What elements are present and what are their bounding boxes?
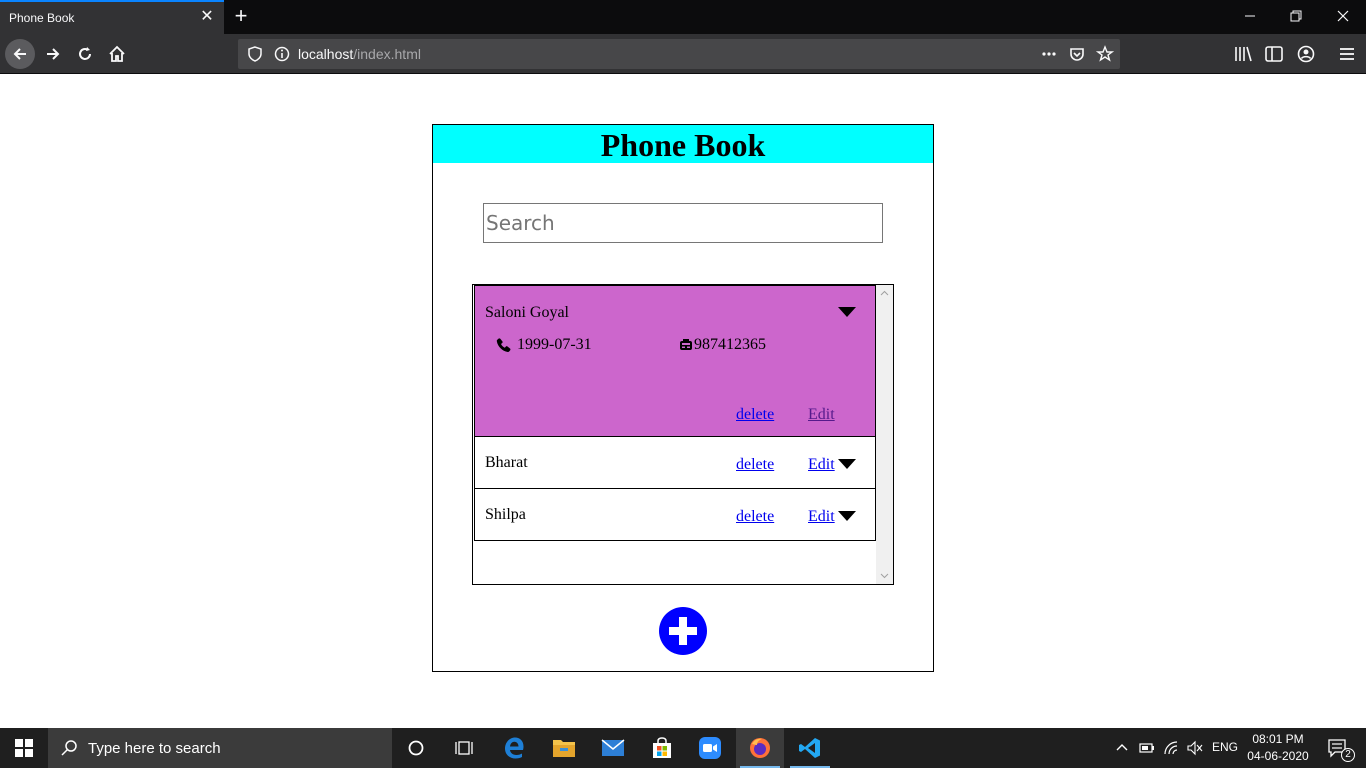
mail-icon <box>601 739 625 756</box>
browser-tab[interactable]: Phone Book ✕ <box>0 0 224 34</box>
wifi-icon[interactable] <box>1163 740 1181 756</box>
app-header: Phone Book <box>433 125 933 163</box>
search-input[interactable] <box>483 203 883 243</box>
bookmark-star-icon[interactable] <box>1096 45 1114 63</box>
sidebar-icon[interactable] <box>1263 43 1285 65</box>
plus-icon <box>669 617 697 645</box>
phone-book-app: Phone Book Saloni Goyal 1999-07-31 98741… <box>432 124 934 672</box>
info-icon[interactable] <box>273 45 291 63</box>
url-bar[interactable]: localhost/index.html <box>238 39 1120 69</box>
volume-muted-icon[interactable] <box>1186 740 1204 756</box>
taskbar-store[interactable] <box>638 728 686 768</box>
zoom-icon <box>699 737 721 759</box>
contact-item[interactable]: Saloni Goyal 1999-07-31 987412365 delete… <box>474 285 876 437</box>
contact-item[interactable]: Bharat delete Edit <box>474 436 876 489</box>
reload-icon <box>79 47 91 60</box>
taskbar-mail[interactable] <box>589 728 637 768</box>
browser-tab-bar: Phone Book ✕ + <box>0 0 1366 34</box>
notification-count-badge: 2 <box>1341 748 1355 762</box>
delete-link[interactable]: delete <box>736 456 774 474</box>
store-icon <box>653 737 671 758</box>
taskbar-search-placeholder: Type here to search <box>88 740 221 757</box>
edit-link[interactable]: Edit <box>808 508 835 526</box>
edit-link[interactable]: Edit <box>808 406 835 424</box>
start-button[interactable] <box>0 728 48 768</box>
back-arrow-icon <box>13 48 26 60</box>
phone-icon <box>496 338 511 353</box>
delete-link[interactable]: delete <box>736 508 774 526</box>
restore-icon[interactable] <box>1286 6 1306 26</box>
scroll-down-icon[interactable] <box>880 571 889 580</box>
minimize-icon[interactable] <box>1240 6 1260 26</box>
close-tab-icon[interactable]: ✕ <box>199 9 215 25</box>
forward-button[interactable] <box>38 39 68 69</box>
url-host: localhost <box>298 46 354 62</box>
language-indicator[interactable]: ENG <box>1212 740 1238 756</box>
clock-date[interactable]: 04-06-2020 <box>1244 749 1312 763</box>
home-icon <box>109 45 125 62</box>
caret-down-icon[interactable] <box>838 459 856 469</box>
menu-icon[interactable] <box>1336 43 1358 65</box>
contact-date: 1999-07-31 <box>517 336 592 353</box>
taskbar-edge[interactable] <box>490 728 538 768</box>
contact-list[interactable]: Saloni Goyal 1999-07-31 987412365 delete… <box>472 284 894 585</box>
contact-phone-row: 987412365 <box>678 336 766 354</box>
pocket-icon[interactable] <box>1068 45 1086 63</box>
taskbar-firefox[interactable] <box>736 728 784 768</box>
fax-icon <box>680 339 692 350</box>
edit-link[interactable]: Edit <box>808 456 835 474</box>
contact-name: Saloni Goyal <box>485 304 569 321</box>
firefox-icon <box>750 738 770 758</box>
cortana-icon <box>408 740 424 756</box>
contact-item[interactable]: Shilpa delete Edit <box>474 488 876 541</box>
chevron-up-icon[interactable] <box>1114 740 1130 756</box>
taskbar-file-explorer[interactable] <box>540 728 588 768</box>
delete-link[interactable]: delete <box>736 406 774 424</box>
tab-title: Phone Book <box>9 11 75 25</box>
taskbar-search-box[interactable]: Type here to search <box>48 728 392 768</box>
edge-icon <box>505 737 524 759</box>
forward-arrow-icon <box>47 48 60 60</box>
taskbar-zoom[interactable] <box>686 728 734 768</box>
contact-name: Bharat <box>485 454 528 471</box>
clock-time[interactable]: 08:01 PM <box>1244 732 1312 746</box>
url-path: /index.html <box>353 46 421 62</box>
scrollbar[interactable] <box>876 285 893 584</box>
caret-down-icon[interactable] <box>838 307 856 317</box>
contact-date-row: 1999-07-31 <box>495 336 592 354</box>
action-center-button[interactable]: 2 <box>1318 728 1358 768</box>
caret-down-icon[interactable] <box>838 511 856 521</box>
vscode-icon <box>799 738 820 758</box>
task-view-icon <box>455 741 473 755</box>
cortana-button[interactable] <box>392 728 440 768</box>
taskbar: Type here to search ENG 08:01 PM 04-06-2… <box>0 728 1366 768</box>
contact-phone: 987412365 <box>694 336 766 353</box>
more-actions-icon[interactable] <box>1040 45 1058 63</box>
task-view-button[interactable] <box>440 728 488 768</box>
scroll-up-icon[interactable] <box>880 289 889 298</box>
url-text[interactable]: localhost/index.html <box>298 46 421 62</box>
home-button[interactable] <box>102 39 132 69</box>
add-contact-button[interactable] <box>659 607 707 655</box>
library-icon[interactable] <box>1232 43 1254 65</box>
contact-name: Shilpa <box>485 506 526 523</box>
folder-icon <box>553 740 575 757</box>
back-button[interactable] <box>5 39 35 69</box>
reload-button[interactable] <box>70 39 100 69</box>
account-icon[interactable] <box>1295 43 1317 65</box>
shield-icon[interactable] <box>246 45 264 63</box>
search-icon <box>61 740 77 756</box>
close-window-icon[interactable] <box>1333 6 1353 26</box>
taskbar-vscode[interactable] <box>786 728 834 768</box>
page-title: Phone Book <box>600 127 766 163</box>
battery-icon[interactable] <box>1138 740 1156 756</box>
new-tab-icon[interactable]: + <box>230 5 252 27</box>
browser-nav-bar: localhost/index.html <box>0 34 1366 74</box>
windows-logo-icon <box>15 739 33 757</box>
